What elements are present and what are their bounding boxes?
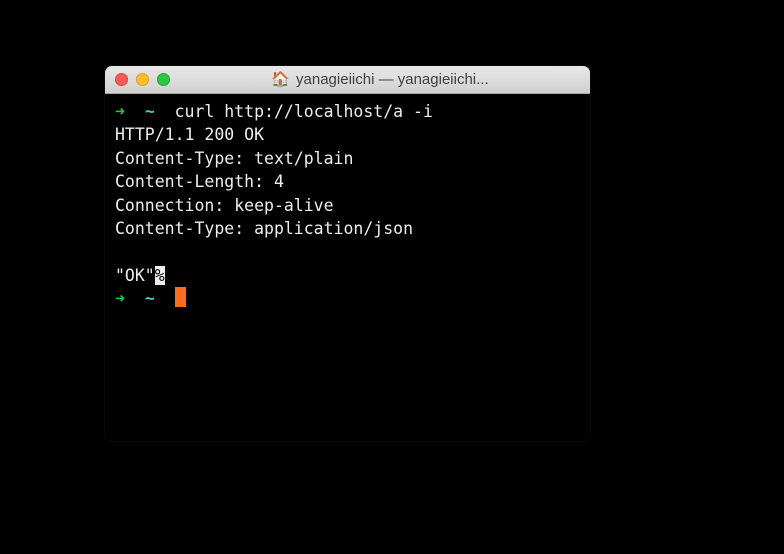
output-header-3: Connection: keep-alive <box>115 194 580 217</box>
cursor <box>175 287 186 307</box>
output-header-4: Content-Type: application/json <box>115 217 580 240</box>
output-status: HTTP/1.1 200 OK <box>115 123 580 146</box>
minimize-button[interactable] <box>136 73 149 86</box>
terminal-window: 🏠 yanagieiichi — yanagieiichi... ➜ ~ cur… <box>105 66 590 441</box>
prompt-arrow: ➜ <box>115 102 125 121</box>
prompt-line-1: ➜ ~ curl http://localhost/a -i <box>115 100 580 123</box>
command-text: curl http://localhost/a -i <box>175 102 433 121</box>
window-title: yanagieiichi — yanagieiichi... <box>296 71 489 88</box>
prompt-line-2: ➜ ~ <box>115 287 580 310</box>
title-content: 🏠 yanagieiichi — yanagieiichi... <box>105 71 590 88</box>
output-header-1: Content-Type: text/plain <box>115 147 580 170</box>
prompt-arrow-2: ➜ <box>115 289 125 308</box>
title-bar[interactable]: 🏠 yanagieiichi — yanagieiichi... <box>105 66 590 94</box>
response-body-line: "OK"% <box>115 264 580 287</box>
close-button[interactable] <box>115 73 128 86</box>
prompt-tilde-2: ~ <box>145 289 155 308</box>
traffic-lights <box>115 73 170 86</box>
home-icon: 🏠 <box>271 72 290 87</box>
prompt-tilde: ~ <box>145 102 155 121</box>
response-body: "OK" <box>115 266 155 285</box>
terminal-body[interactable]: ➜ ~ curl http://localhost/a -i HTTP/1.1 … <box>105 94 590 316</box>
trailing-percent: % <box>155 266 165 285</box>
output-header-2: Content-Length: 4 <box>115 170 580 193</box>
blank-line <box>115 241 580 264</box>
maximize-button[interactable] <box>157 73 170 86</box>
